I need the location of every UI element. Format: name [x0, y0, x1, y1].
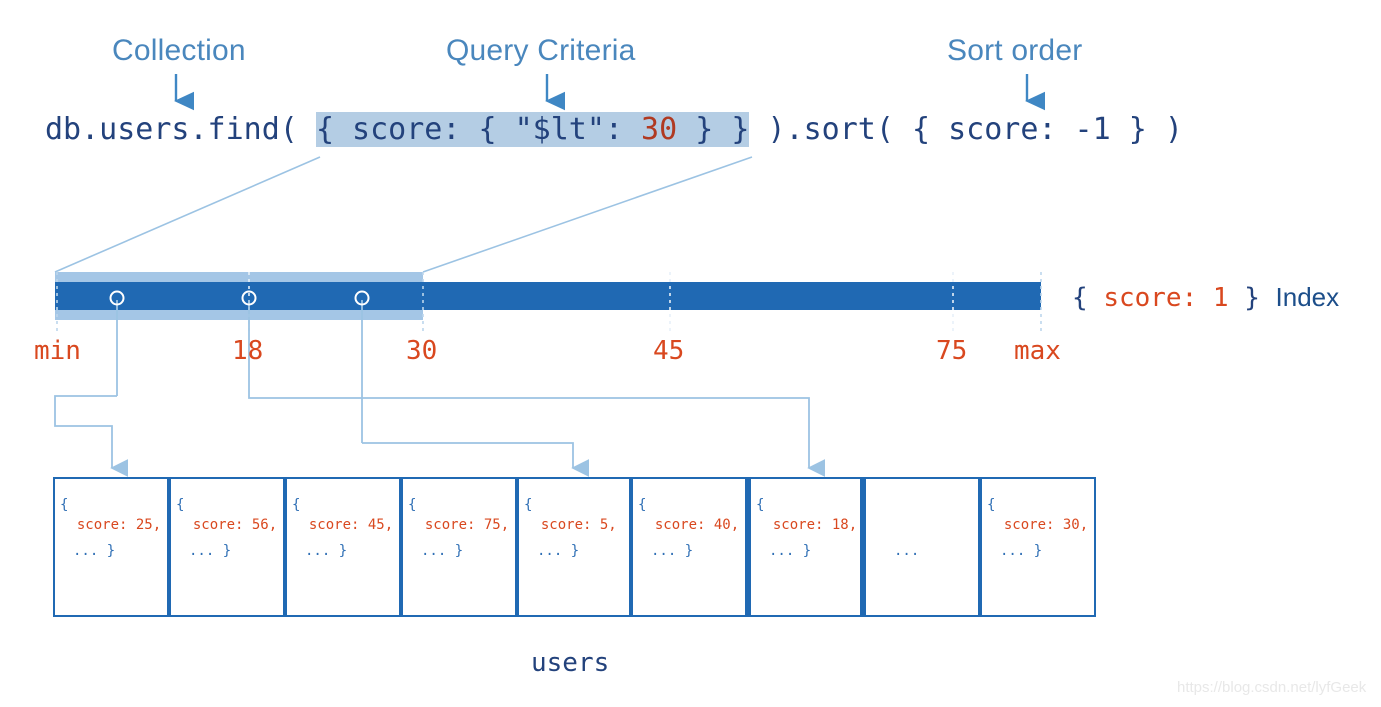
document-field: score: 18,: [756, 517, 858, 533]
document-field: score: 45,: [292, 517, 394, 533]
document-text: { score: 40,: [638, 495, 739, 535]
connector-to-doc-30: [362, 442, 590, 477]
document-box[interactable]: { score: 56, ... }: [169, 477, 285, 617]
document-field: score: 5,: [524, 517, 617, 533]
connector-to-doc-18: [248, 396, 826, 477]
document-field: score: 56,: [176, 517, 278, 533]
document-box-highlighted[interactable]: { score: 18, ... }: [747, 477, 864, 617]
document-ellipsis: ...: [894, 543, 920, 559]
connector-to-doc-25: [54, 395, 129, 477]
document-close-brace: }: [454, 543, 464, 559]
document-text: { score: 30,: [987, 495, 1088, 535]
document-open-brace: {: [638, 497, 647, 513]
document-text: { score: 56,: [176, 495, 277, 535]
document-ellipsis: ... }: [651, 543, 694, 559]
document-box[interactable]: { score: 45, ... }: [285, 477, 401, 617]
document-box[interactable]: { score: 25, ... }: [53, 477, 169, 617]
document-close-brace: }: [338, 543, 348, 559]
collection-name-label: users: [531, 648, 610, 678]
document-field: score: 75,: [408, 517, 510, 533]
document-close-brace: }: [106, 543, 116, 559]
document-open-brace: {: [292, 497, 301, 513]
document-ellipsis: ... }: [421, 543, 464, 559]
document-close-brace: }: [802, 543, 812, 559]
document-ellipsis: ... }: [305, 543, 348, 559]
document-text: { score: 25,: [60, 495, 161, 535]
document-close-brace: }: [222, 543, 232, 559]
document-open-brace: {: [60, 497, 69, 513]
document-box[interactable]: { score: 5, ... }: [517, 477, 631, 617]
document-box[interactable]: { score: 75, ... }: [401, 477, 517, 617]
document-ellipsis: ... }: [537, 543, 580, 559]
document-ellipsis: ... }: [73, 543, 116, 559]
document-box[interactable]: ...: [864, 477, 980, 617]
document-open-brace: {: [987, 497, 996, 513]
document-field: score: 40,: [638, 517, 740, 533]
document-box[interactable]: { score: 30, ... }: [980, 477, 1096, 617]
diagram-canvas: Collection Query Criteria Sort order db.…: [0, 0, 1381, 707]
document-open-brace: {: [524, 497, 533, 513]
document-ellipsis: ... }: [189, 543, 232, 559]
document-text: { score: 5,: [524, 495, 617, 535]
document-close-brace: }: [684, 543, 694, 559]
document-ellipsis: ... }: [1000, 543, 1043, 559]
document-open-brace: {: [408, 497, 417, 513]
document-ellipsis: ... }: [769, 543, 812, 559]
document-text: { score: 18,: [756, 495, 857, 535]
document-close-brace: }: [570, 543, 580, 559]
document-text: { score: 45,: [292, 495, 393, 535]
document-field: score: 25,: [60, 517, 162, 533]
document-open-brace: {: [756, 497, 765, 513]
document-field: score: 30,: [987, 517, 1089, 533]
document-text: { score: 75,: [408, 495, 509, 535]
document-close-brace: }: [1033, 543, 1043, 559]
document-open-brace: {: [176, 497, 185, 513]
watermark: https://blog.csdn.net/lyfGeek: [1177, 679, 1367, 696]
document-box[interactable]: { score: 40, ... }: [631, 477, 747, 617]
